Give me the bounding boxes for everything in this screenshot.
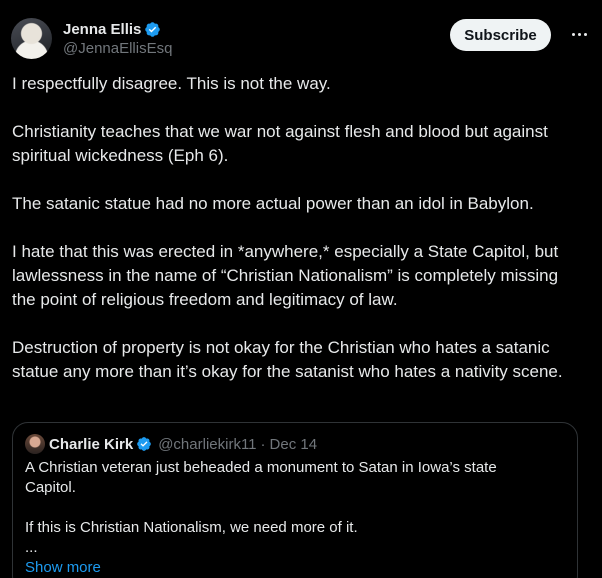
quoted-author-name[interactable]: Charlie Kirk [49, 436, 133, 453]
separator-dot: · [260, 435, 266, 453]
tweet-header: Jenna Ellis @JennaEllisEsq Subscribe [11, 18, 591, 60]
verified-badge-icon [137, 437, 152, 451]
quoted-ellipsis: ... [25, 539, 38, 556]
quoted-date[interactable]: Dec 14 [270, 436, 318, 453]
verified-badge-icon [145, 21, 161, 37]
author-block: Jenna Ellis @JennaEllisEsq [63, 19, 172, 58]
subscribe-button[interactable]: Subscribe [450, 19, 551, 51]
tweet-paragraph: I hate that this was erected in *anywher… [12, 242, 559, 309]
show-more-link[interactable]: Show more [25, 558, 565, 578]
more-horizontal-icon[interactable] [567, 24, 591, 44]
quoted-author-handle[interactable]: @charliekirk11 [158, 436, 256, 453]
author-handle[interactable]: @JennaEllisEsq [63, 40, 172, 57]
tweet-paragraph: Destruction of property is not okay for … [12, 338, 563, 381]
tweet-paragraph: Christianity teaches that we war not aga… [12, 122, 548, 165]
author-name[interactable]: Jenna Ellis [63, 21, 141, 38]
tweet-paragraph: The satanic statue had no more actual po… [12, 194, 534, 213]
quoted-text: A Christian veteran just beheaded a monu… [25, 458, 545, 558]
quoted-tweet[interactable]: Charlie Kirk @charliekirk11 · Dec 14 A C… [12, 422, 578, 578]
tweet: Jenna Ellis @JennaEllisEsq Subscribe I r… [0, 0, 602, 578]
quoted-avatar[interactable] [25, 434, 45, 454]
avatar[interactable] [11, 18, 52, 59]
tweet-text: I respectfully disagree. This is not the… [12, 72, 582, 408]
tweet-paragraph: I respectfully disagree. This is not the… [12, 74, 331, 93]
quoted-paragraph: If this is Christian Nationalism, we nee… [25, 519, 358, 536]
quoted-header: Charlie Kirk @charliekirk11 · Dec 14 [25, 434, 565, 454]
quoted-paragraph: A Christian veteran just beheaded a monu… [25, 459, 497, 496]
